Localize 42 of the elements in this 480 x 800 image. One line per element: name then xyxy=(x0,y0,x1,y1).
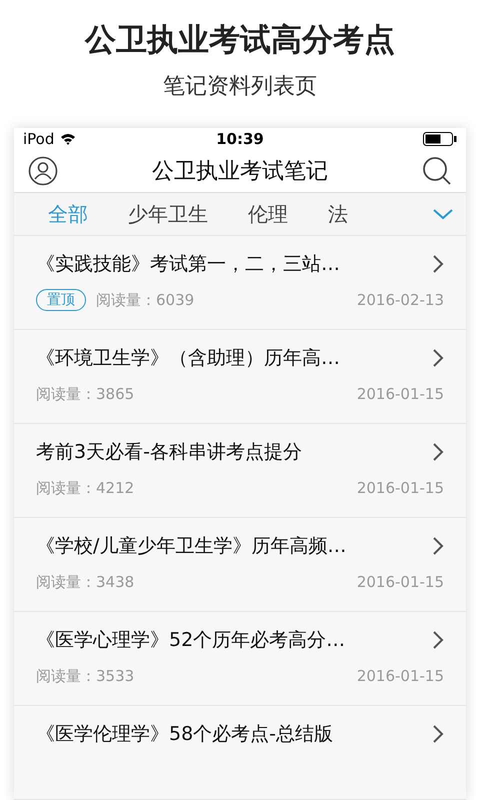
chevron-right-icon xyxy=(432,348,444,368)
category-tab[interactable]: 少年卫生 xyxy=(128,198,208,229)
search-icon[interactable] xyxy=(422,156,452,186)
article-title: 《环境卫生学》（含助理）历年高… xyxy=(36,346,340,371)
article-date: 2016-01-15 xyxy=(356,666,444,686)
battery-icon xyxy=(423,132,457,146)
pinned-badge: 置顶 xyxy=(36,288,86,311)
read-count: 阅读量：3865 xyxy=(36,384,134,404)
wifi-icon xyxy=(60,133,76,146)
article-date: 2016-01-15 xyxy=(356,384,444,404)
promo-subtitle: 笔记资料列表页 xyxy=(163,73,317,101)
category-tab[interactable]: 伦理 xyxy=(248,198,288,229)
article-row[interactable]: 《实践技能》考试第一，二，三站… 置顶 阅读量：6039 2016-02-13 xyxy=(14,236,466,330)
read-count: 阅读量：3438 xyxy=(36,572,134,592)
article-date: 2016-01-15 xyxy=(356,478,444,498)
carrier-label: iPod xyxy=(23,129,54,150)
chevron-right-icon xyxy=(432,724,444,744)
read-count: 阅读量：4212 xyxy=(36,478,134,498)
article-title: 《实践技能》考试第一，二，三站… xyxy=(36,252,340,277)
article-date: 2016-01-15 xyxy=(356,572,444,592)
chevron-right-icon xyxy=(432,630,444,650)
chevron-down-icon[interactable] xyxy=(432,206,454,221)
article-date: 2016-02-13 xyxy=(356,290,444,310)
article-row[interactable]: 考前3天必看-各科串讲考点提分 阅读量：4212 2016-01-15 xyxy=(14,424,466,518)
read-count: 阅读量：3533 xyxy=(36,666,134,686)
chevron-right-icon xyxy=(432,442,444,462)
article-title: 《学校/儿童少年卫生学》历年高频… xyxy=(36,534,346,559)
promo-headline: 公卫执业考试高分考点 xyxy=(85,21,395,60)
read-count: 阅读量：6039 xyxy=(96,290,194,310)
category-tab[interactable]: 法 xyxy=(328,198,348,229)
chevron-right-icon xyxy=(432,536,444,556)
article-row[interactable]: 《医学伦理学》58个必考点-总结版 xyxy=(14,706,466,800)
article-title: 考前3天必看-各科串讲考点提分 xyxy=(36,440,302,465)
article-title: 《医学心理学》52个历年必考高分… xyxy=(36,628,346,653)
user-icon[interactable] xyxy=(28,156,58,186)
article-row[interactable]: 《环境卫生学》（含助理）历年高… 阅读量：3865 2016-01-15 xyxy=(14,330,466,424)
nav-title: 公卫执业考试笔记 xyxy=(152,158,328,186)
article-title: 《医学伦理学》58个必考点-总结版 xyxy=(36,722,334,747)
status-time: 10:39 xyxy=(216,129,264,150)
article-row[interactable]: 《学校/儿童少年卫生学》历年高频… 阅读量：3438 2016-01-15 xyxy=(14,518,466,612)
article-row[interactable]: 《医学心理学》52个历年必考高分… 阅读量：3533 2016-01-15 xyxy=(14,612,466,706)
chevron-right-icon xyxy=(432,254,444,274)
